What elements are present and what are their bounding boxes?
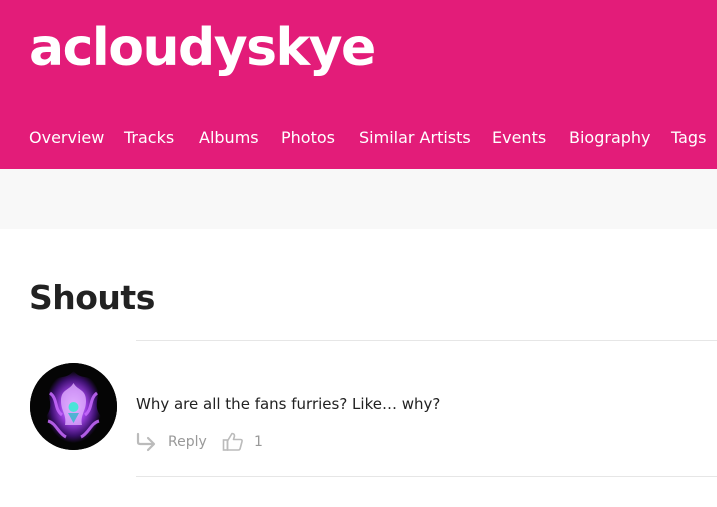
nav-events[interactable]: Events [492, 128, 546, 147]
shout-divider-bottom [136, 476, 717, 477]
artist-nav: Overview Tracks Albums Photos Similar Ar… [0, 128, 717, 152]
shout-divider-top [136, 340, 717, 341]
artist-header: acloudyskye Overview Tracks Albums Photo… [0, 0, 717, 169]
nav-tags[interactable]: Tags [671, 128, 706, 147]
reply-button[interactable]: Reply [168, 434, 207, 450]
thumbs-up-icon[interactable] [222, 431, 244, 452]
nav-albums[interactable]: Albums [199, 128, 259, 147]
like-count: 1 [254, 434, 263, 450]
nav-photos[interactable]: Photos [281, 128, 335, 147]
reply-arrow-icon[interactable] [136, 432, 158, 452]
shout-text: Why are all the fans furries? Like… why? [136, 395, 441, 413]
nav-biography[interactable]: Biography [569, 128, 651, 147]
subheader-band [0, 169, 717, 229]
nav-tracks[interactable]: Tracks [124, 128, 174, 147]
shouts-title: Shouts [29, 278, 155, 317]
user-avatar[interactable] [30, 363, 117, 450]
nav-overview[interactable]: Overview [29, 128, 104, 147]
artist-name[interactable]: acloudyskye [29, 18, 376, 78]
nav-similar-artists[interactable]: Similar Artists [359, 128, 471, 147]
avatar-image [30, 363, 117, 450]
